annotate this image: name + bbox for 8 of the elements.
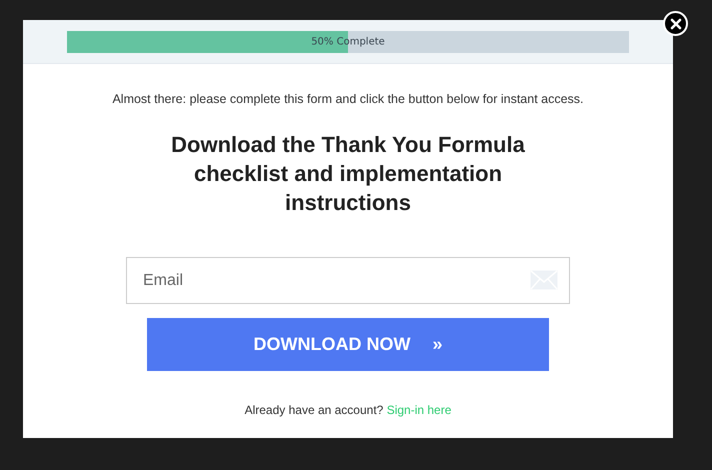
download-button[interactable]: DOWNLOAD NOW »: [147, 318, 549, 371]
email-field[interactable]: Email: [126, 257, 570, 304]
intro-text: Almost there: please complete this form and click the button below for instant access.: [112, 92, 584, 106]
account-prompt: Already have an account? Sign-in here: [244, 403, 452, 417]
close-button[interactable]: [663, 11, 688, 36]
heading: Download the Thank You Formula checklist and implementation instructions: [170, 131, 526, 217]
close-icon: [668, 16, 682, 30]
sign-in-link[interactable]: Sign-in here: [386, 403, 452, 417]
